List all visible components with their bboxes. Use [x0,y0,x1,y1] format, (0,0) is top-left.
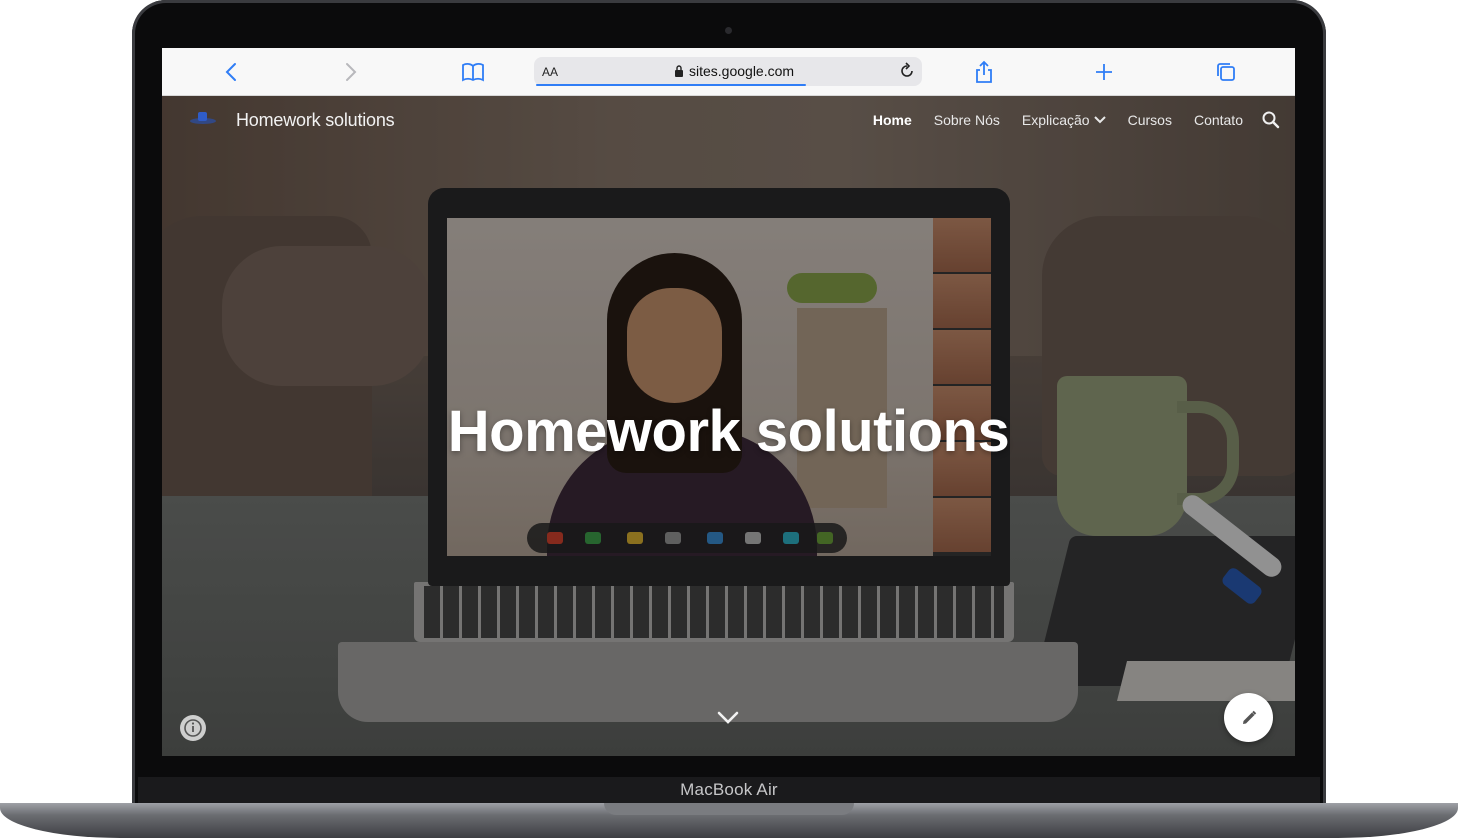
tabs-icon [1217,63,1235,81]
back-button[interactable] [217,58,245,86]
site-info-button[interactable] [180,715,206,741]
address-bar[interactable]: AA sites.google.com [534,57,922,86]
share-button[interactable] [970,58,998,86]
nav-item-sobre-nos[interactable]: Sobre Nós [934,112,1000,128]
nav-item-cursos[interactable]: Cursos [1128,112,1172,128]
pencil-icon [1242,710,1256,724]
browser-toolbar: AA sites.google.com [162,48,1295,96]
text-size-button[interactable]: AA [542,65,558,79]
nav-item-label: Explicação [1021,112,1090,128]
tabs-overview-button[interactable] [1212,58,1240,86]
chevron-left-icon [225,63,236,81]
book-icon [462,63,484,82]
lock-icon [675,65,683,77]
new-tab-button[interactable] [1090,58,1118,86]
plus-icon [1096,64,1112,80]
laptop-hinge-notch [604,803,854,815]
reload-button[interactable] [898,62,916,85]
camera-dot [725,27,732,34]
chevron-right-icon [346,63,357,81]
hero-section: Homework solutions Home Sobre Nós Explic… [162,96,1295,756]
url-text: sites.google.com [689,63,795,79]
chevron-down-icon [1093,116,1106,124]
site-logo[interactable] [188,110,218,128]
nav-item-explicacao[interactable]: Explicação [1022,112,1106,128]
site-header: Homework solutions Home Sobre Nós Explic… [162,96,1295,148]
edit-button[interactable] [1224,693,1273,742]
nav-item-contato[interactable]: Contato [1194,112,1243,128]
bookmarks-button[interactable] [459,58,487,86]
site-nav: Home Sobre Nós Explicação Cursos Contato [873,112,1243,128]
info-icon [184,719,202,737]
search-icon[interactable] [1261,110,1281,130]
share-icon [976,60,992,83]
laptop-screen: AA sites.google.com Homework solutions H… [162,48,1295,756]
site-title[interactable]: Homework solutions [236,110,395,131]
page-load-progress [536,84,806,86]
reload-icon [901,62,913,77]
scroll-down-icon[interactable] [716,710,740,726]
hero-heading: Homework solutions [447,399,1010,464]
forward-button[interactable] [337,58,365,86]
nav-item-home[interactable]: Home [873,112,912,128]
device-model-label: MacBook Air [680,780,778,799]
